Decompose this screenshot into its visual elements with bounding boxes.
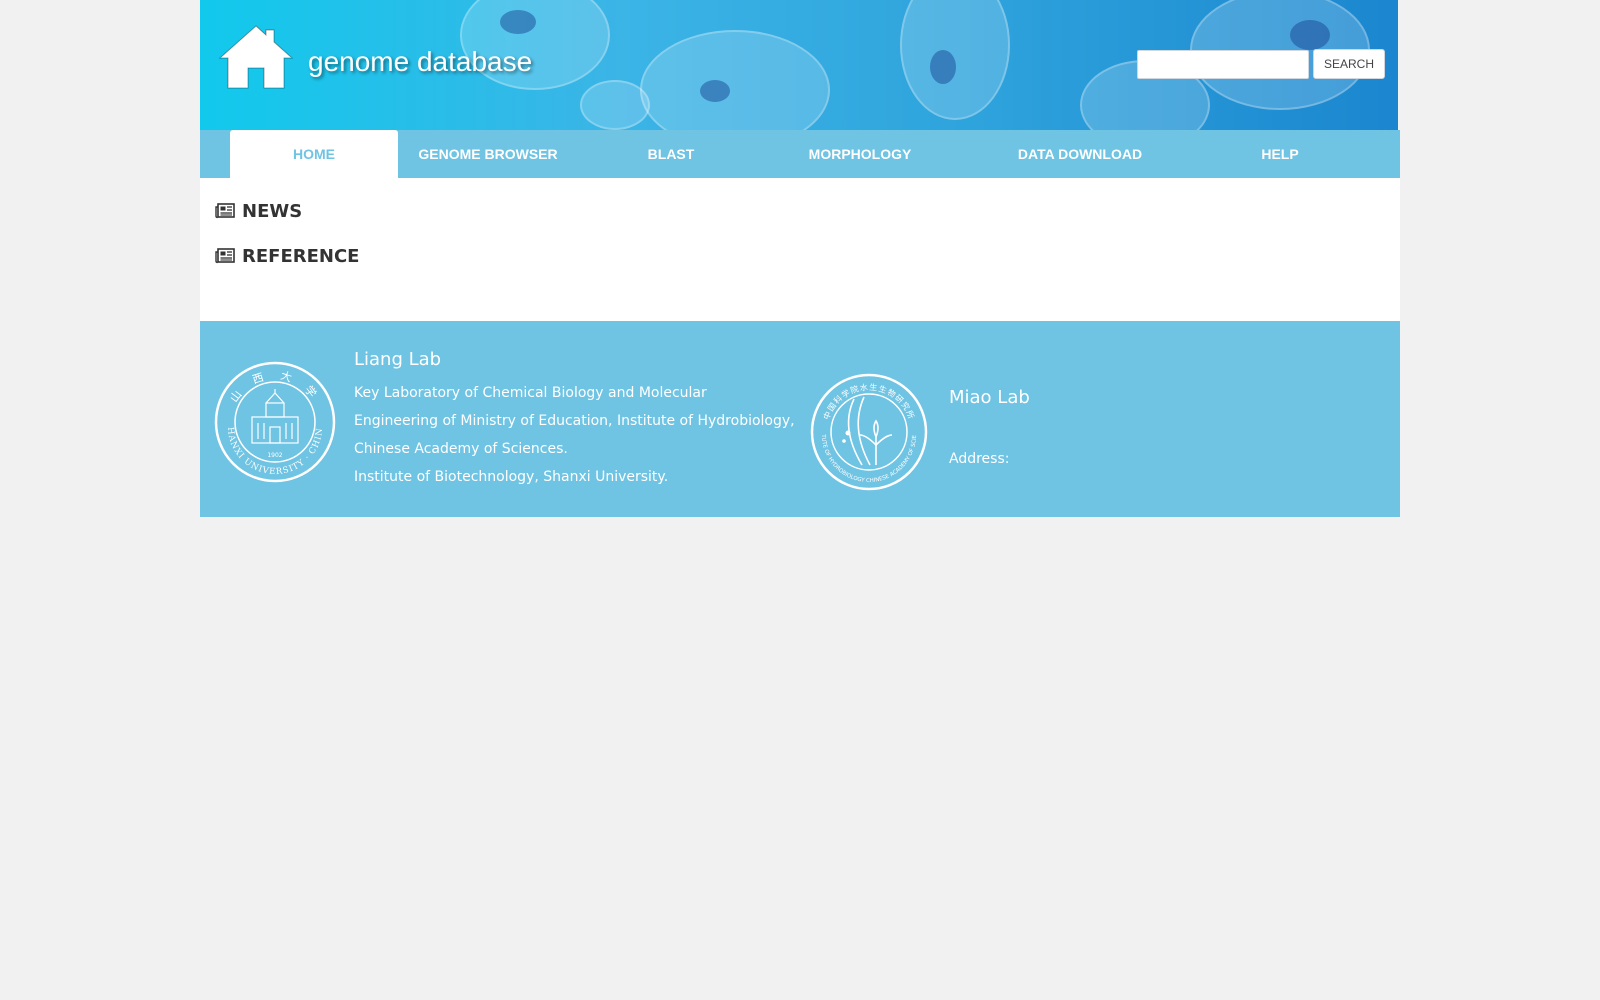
seal-year: 1902	[267, 452, 282, 459]
miao-lab-address-label: Address:	[949, 451, 1010, 467]
newspaper-icon	[215, 203, 235, 219]
liang-lab-address-line-1: Key Laboratory of Chemical Biology and M…	[354, 385, 707, 401]
liang-lab-address-line-2: Engineering of Ministry of Education, In…	[354, 413, 795, 429]
nav-item-help[interactable]: HELP	[1230, 130, 1330, 178]
footer: 山 西 大 学 SHANXI UNIVERSITY · CHINA 1902 L…	[200, 321, 1400, 517]
main-content: NEWS REFERENCE	[200, 178, 1400, 321]
liang-lab-title: Liang Lab	[354, 349, 442, 370]
cell-decoration	[500, 10, 536, 34]
cell-decoration	[930, 50, 956, 84]
news-title: NEWS	[242, 200, 303, 222]
news-heading[interactable]: NEWS	[215, 200, 1400, 222]
nav-item-blast[interactable]: BLAST	[620, 130, 722, 178]
liang-lab-address-line-4: Institute of Biotechnology, Shanxi Unive…	[354, 469, 669, 485]
hydrobiology-institute-seal-icon: 中国科学院水生生物研究所 INSTITUTE OF HYDROBIOLOGY C…	[810, 373, 928, 491]
cell-decoration	[580, 80, 650, 130]
main-nav: HOME GENOME BROWSER BLAST MORPHOLOGY DAT…	[200, 130, 1400, 178]
newspaper-icon	[215, 248, 235, 264]
shanxi-university-seal-icon: 山 西 大 学 SHANXI UNIVERSITY · CHINA 1902	[214, 361, 336, 483]
site-title[interactable]: genome database	[308, 46, 532, 78]
home-icon[interactable]	[216, 22, 296, 94]
page-wrapper: genome database SEARCH HOME GENOME BROWS…	[200, 0, 1400, 517]
cell-decoration	[640, 30, 830, 130]
nav-item-data-download[interactable]: DATA DOWNLOAD	[1000, 130, 1160, 178]
liang-lab-address-line-3: Chinese Academy of Sciences.	[354, 441, 568, 457]
cell-decoration	[700, 80, 730, 102]
header-banner: genome database SEARCH	[200, 0, 1398, 130]
search-button[interactable]: SEARCH	[1313, 49, 1385, 79]
reference-title: REFERENCE	[242, 245, 360, 267]
search-input[interactable]	[1137, 50, 1309, 79]
cell-decoration	[1290, 20, 1330, 50]
nav-item-morphology[interactable]: MORPHOLOGY	[790, 130, 930, 178]
reference-heading[interactable]: REFERENCE	[215, 245, 1400, 267]
nav-item-home[interactable]: HOME	[230, 130, 398, 178]
miao-lab-title: Miao Lab	[949, 387, 1030, 408]
nav-item-genome-browser[interactable]: GENOME BROWSER	[408, 130, 568, 178]
